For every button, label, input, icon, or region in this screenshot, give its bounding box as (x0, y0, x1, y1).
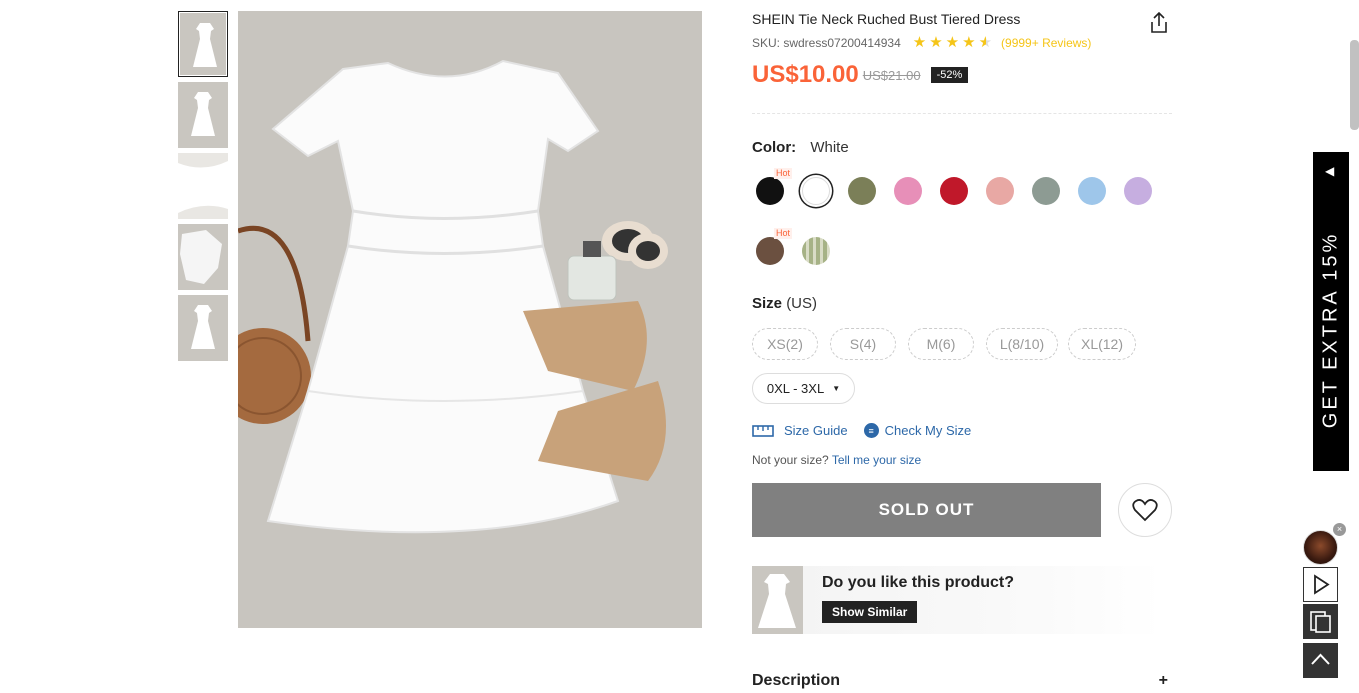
not-your-size-row: Not your size? Tell me your size (752, 453, 921, 467)
size-option-xl[interactable]: XL(12) (1068, 328, 1136, 360)
size-option-xs[interactable]: XS(2) (752, 328, 818, 360)
selected-color: White (810, 139, 849, 156)
rating-stars[interactable]: ★ ★ ★ ★ ★ (913, 35, 992, 50)
sale-price: US$10.00 (752, 61, 859, 88)
thumbnail-5[interactable] (178, 295, 228, 361)
share-icon[interactable] (1150, 11, 1168, 34)
main-product-image[interactable] (238, 11, 702, 628)
star-icon: ★ (912, 34, 927, 51)
size-label-text: Size (752, 295, 783, 312)
price-row: US$10.00 US$21.00 -52% (752, 61, 969, 89)
size-option-m[interactable]: M(6) (908, 328, 974, 360)
size-option-s[interactable]: S(4) (830, 328, 896, 360)
copy-icon (1310, 611, 1331, 633)
close-icon[interactable]: × (1333, 523, 1346, 536)
like-product-panel: Do you like this product? Show Similar (752, 566, 1162, 634)
swatch-light-pink[interactable] (986, 177, 1014, 205)
thumbnail-4[interactable] (178, 224, 228, 290)
live-avatar[interactable] (1303, 530, 1338, 565)
swatch-brown[interactable]: Hot (756, 228, 792, 265)
size-label: Size (US) (752, 295, 817, 312)
hot-tag: Hot (773, 168, 792, 179)
plus-size-value: 0XL - 3XL (766, 381, 825, 396)
description-label: Description (752, 672, 841, 689)
discount-badge: -52% (930, 67, 969, 83)
size-guide-link[interactable]: Size Guide (784, 423, 848, 438)
swatch-lilac[interactable] (1124, 177, 1152, 205)
back-to-top-button[interactable] (1303, 643, 1338, 678)
reviews-link[interactable]: (9999+ Reviews) (1001, 36, 1091, 50)
triangle-left-icon: ◀ (1325, 164, 1335, 178)
thumbnail-3[interactable] (178, 153, 228, 219)
star-icon: ★ (962, 34, 976, 51)
heart-icon (1132, 499, 1158, 522)
half-star-icon: ★ (978, 34, 993, 51)
original-price: US$21.00 (862, 67, 921, 83)
expand-plus-icon[interactable]: + (1159, 672, 1168, 690)
promo-text: GET EXTRA 15% (1319, 231, 1342, 429)
divider (752, 113, 1172, 114)
size-option-l[interactable]: L(8/10) (986, 328, 1058, 360)
star-icon: ★ (929, 34, 943, 51)
hot-tag: Hot (773, 228, 792, 239)
dress-illustration (238, 59, 668, 534)
tell-me-size-link[interactable]: Tell me your size (832, 453, 921, 467)
chevron-up-icon (1311, 653, 1330, 665)
product-title: SHEIN Tie Neck Ruched Bust Tiered Dress (752, 11, 1021, 27)
star-icon: ★ (945, 34, 960, 51)
color-label: Color: White (752, 139, 849, 156)
check-my-size-link[interactable]: Check My Size (885, 423, 972, 438)
product-page: SHEIN Tie Neck Ruched Bust Tiered Dress … (0, 0, 1359, 693)
wishlist-button[interactable] (1118, 483, 1172, 537)
like-question: Do you like this product? (822, 574, 1015, 591)
sku-text: SKU: swdress07200414934 (752, 35, 901, 50)
description-header[interactable]: Description + (752, 672, 1168, 690)
swatch-sage-gray[interactable] (1032, 177, 1060, 205)
swatch-pink[interactable] (894, 177, 922, 205)
thumbnail-1[interactable] (178, 11, 228, 77)
page-scrollbar[interactable] (1350, 40, 1359, 130)
color-label-text: Color: (752, 139, 797, 156)
play-icon (1303, 567, 1338, 602)
swatch-olive[interactable] (848, 177, 876, 205)
like-product-thumbnail (752, 566, 803, 634)
swatch-green-stripe[interactable] (802, 237, 830, 265)
swatch-light-blue[interactable] (1078, 177, 1106, 205)
show-similar-button[interactable]: Show Similar (822, 601, 918, 623)
thumbnail-list (178, 11, 228, 366)
not-your-size-text: Not your size? (752, 453, 829, 467)
extra-discount-tab[interactable]: ◀ GET EXTRA 15% (1313, 152, 1349, 471)
check-size-icon: ≡ (863, 423, 879, 438)
ruler-icon (752, 424, 774, 437)
sold-out-button[interactable]: SOLD OUT (752, 483, 1101, 537)
play-button[interactable] (1303, 567, 1338, 602)
caret-down-icon: ▼ (832, 384, 841, 393)
swatch-red[interactable] (940, 177, 968, 205)
compare-button[interactable] (1303, 604, 1338, 639)
swatch-black[interactable]: Hot (756, 168, 792, 205)
plus-size-select[interactable]: 0XL - 3XL ▼ (752, 373, 855, 404)
thumbnail-2[interactable] (178, 82, 228, 148)
size-guide-row: Size Guide ≡ Check My Size (752, 423, 971, 438)
size-unit: (US) (786, 295, 818, 312)
swatch-white[interactable] (802, 177, 830, 205)
sku-rating-row: SKU: swdress07200414934 ★ ★ ★ ★ ★ (9999+… (752, 35, 1091, 50)
